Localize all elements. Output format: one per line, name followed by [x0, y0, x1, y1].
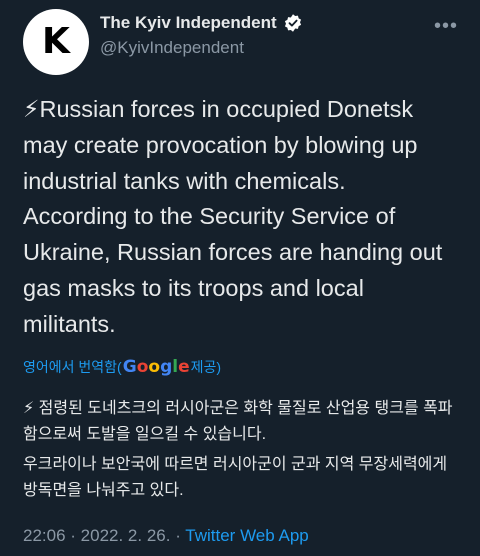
tweet-text-paragraph-1: ⚡Russian forces in occupied Donetsk may …: [23, 96, 418, 194]
tweet-date[interactable]: 2022. 2. 26.: [81, 526, 171, 545]
google-logo: Google: [122, 357, 190, 377]
avatar-logo-letter: K: [42, 21, 70, 62]
display-name[interactable]: The Kyiv Independent: [100, 13, 277, 33]
verified-badge-icon: [284, 14, 301, 32]
translation-attribution-link[interactable]: 영어에서 번역함( Google 제공): [23, 357, 221, 377]
tweet-text-paragraph-2: According to the Security Service of Ukr…: [23, 203, 443, 337]
translated-text-paragraph-2: 우크라이나 보안국에 따르면 러시아군이 군과 지역 무장세력에게 방독면을 나…: [23, 456, 448, 499]
translation-label-prefix: 영어에서 번역함(: [23, 359, 122, 375]
meta-separator-1: ·: [65, 526, 81, 545]
avatar[interactable]: K: [23, 9, 89, 75]
tweet-time[interactable]: 22:06: [23, 526, 66, 545]
account-name-row: The Kyiv Independent: [100, 13, 303, 33]
tweet-source-link[interactable]: Twitter Web App: [185, 526, 308, 545]
translated-text-paragraph-1: ⚡ 점령된 도네츠크의 러시아군은 화학 물질로 산업용 탱크를 폭파함으로써 …: [23, 400, 453, 443]
tweet-metadata: 22:06 · 2022. 2. 26. · Twitter Web App: [23, 526, 309, 546]
meta-separator-2: ·: [170, 526, 186, 545]
account-handle[interactable]: @KyivIndependent: [100, 38, 244, 58]
translation-label-suffix: 제공): [190, 359, 222, 375]
more-horizontal-icon[interactable]: •••: [434, 16, 458, 36]
